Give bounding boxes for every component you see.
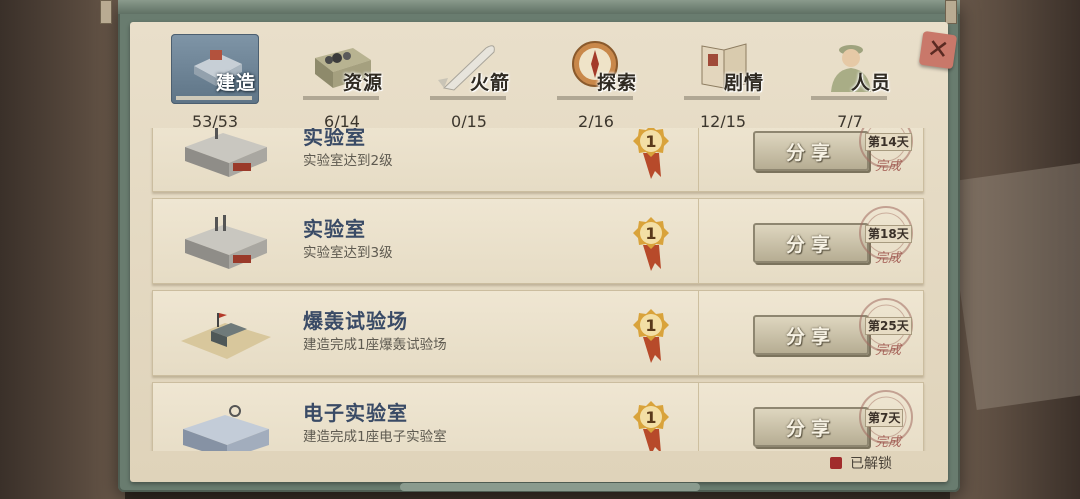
achievement-desc: 建造完成1座爆轰试验场 — [303, 337, 447, 353]
tab-resource[interactable]: 资源 6/14 — [295, 34, 389, 131]
row-divider — [698, 291, 699, 375]
tab-label: 人员 — [850, 72, 891, 94]
tab-story[interactable]: 剧情 12/15 — [676, 34, 770, 131]
list-item: 爆轰试验场 建造完成1座爆轰试验场 1 分享 第25天 完成 — [152, 290, 924, 376]
tab-label: 探索 — [596, 72, 637, 94]
tab-underline — [303, 96, 379, 100]
bottom-strip — [400, 483, 700, 491]
share-button[interactable]: 分享 — [753, 131, 869, 171]
medal-icon: 1 — [633, 128, 669, 179]
medal-icon: 1 — [633, 217, 669, 271]
tab-explore[interactable]: 探索 2/16 — [549, 34, 643, 131]
tab-label: 剧情 — [723, 72, 764, 94]
medal-number: 1 — [645, 132, 656, 151]
row-divider — [698, 128, 699, 191]
background-left — [0, 0, 125, 499]
tab-label: 建造 — [215, 72, 256, 94]
tab-underline — [557, 96, 633, 100]
clip-right — [945, 0, 957, 24]
tab-label: 火箭 — [469, 72, 510, 94]
completed-text: 完成 — [875, 159, 902, 174]
test-range-icon — [181, 313, 271, 359]
tab-build[interactable]: 建造 53/53 — [168, 34, 262, 131]
completed-text: 完成 — [875, 343, 902, 358]
achievement-title: 爆轰试验场 — [303, 309, 408, 333]
completed-text: 完成 — [875, 251, 902, 266]
share-button[interactable]: 分享 — [753, 407, 869, 447]
day-tag: 第18天 — [865, 225, 912, 243]
tab-staff[interactable]: 人员 7/7 — [803, 34, 897, 131]
laboratory-icon — [185, 215, 267, 269]
completed-text: 完成 — [875, 435, 902, 450]
achievement-title: 实验室 — [303, 128, 366, 149]
clipboard-top-bar — [118, 0, 960, 14]
achievement-list[interactable]: 实验室 实验室达到2级 1 分享 第14天 完成 实验室 实验室达到3级 1 分… — [148, 128, 928, 451]
tab-label: 资源 — [342, 72, 383, 94]
row-divider — [698, 199, 699, 283]
clip-left — [100, 0, 112, 24]
achievement-title: 实验室 — [303, 217, 366, 241]
day-tag: 第14天 — [865, 133, 912, 151]
electronics-lab-icon — [183, 405, 269, 451]
laboratory-icon — [185, 128, 267, 177]
achievement-desc: 实验室达到3级 — [303, 245, 393, 261]
list-item: 实验室 实验室达到3级 1 分享 第18天 完成 — [152, 198, 924, 284]
medal-number: 1 — [645, 408, 656, 427]
share-button[interactable]: 分享 — [753, 315, 869, 355]
tab-underline — [684, 96, 760, 100]
unlocked-label: 已解锁 — [850, 456, 892, 472]
tab-underline — [430, 96, 506, 100]
unlocked-marker-icon — [830, 457, 842, 469]
achievement-desc: 建造完成1座电子实验室 — [303, 429, 447, 445]
close-icon: ✕ — [925, 33, 951, 67]
list-item: 实验室 实验室达到2级 1 分享 第14天 完成 — [152, 128, 924, 192]
tab-rocket[interactable]: 火箭 0/15 — [422, 34, 516, 131]
row-divider — [698, 383, 699, 451]
day-tag: 第25天 — [865, 317, 912, 335]
tab-underline — [811, 96, 887, 100]
achievement-title: 电子实验室 — [303, 401, 408, 425]
tab-underline — [176, 96, 252, 100]
medal-icon: 1 — [633, 309, 669, 363]
share-button[interactable]: 分享 — [753, 223, 869, 263]
medal-number: 1 — [645, 316, 656, 335]
close-button[interactable]: ✕ — [918, 30, 958, 70]
list-item: 电子实验室 建造完成1座电子实验室 1 分享 第7天 完成 — [152, 382, 924, 451]
unlocked-legend: 已解锁 — [830, 453, 892, 473]
day-tag: 第7天 — [865, 409, 904, 427]
medal-number: 1 — [645, 224, 656, 243]
medal-icon: 1 — [633, 401, 669, 451]
achievement-desc: 实验室达到2级 — [303, 153, 393, 169]
